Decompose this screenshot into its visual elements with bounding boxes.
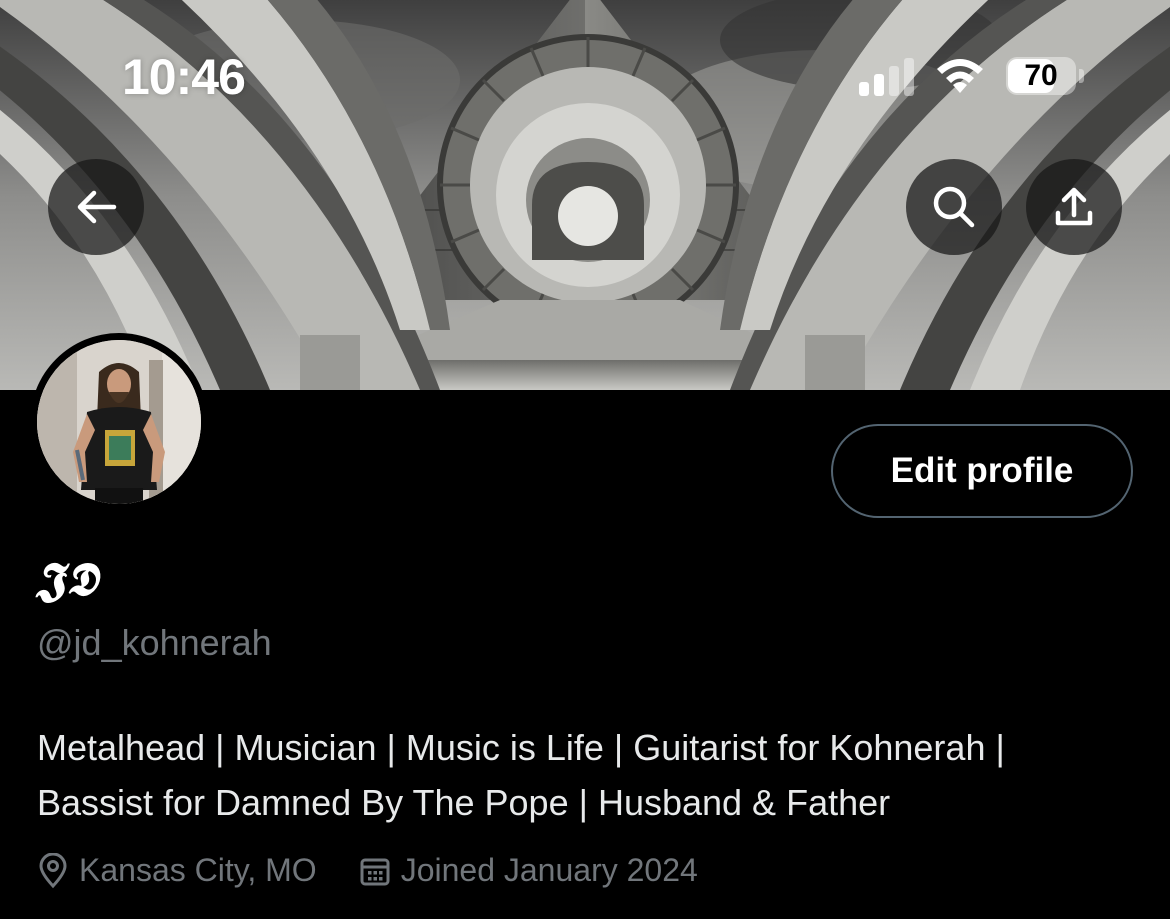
avatar-photo xyxy=(37,340,201,504)
arrow-left-icon xyxy=(77,190,117,224)
battery-icon: 70 xyxy=(1006,57,1076,95)
back-button[interactable] xyxy=(48,159,144,255)
status-time: 10:46 xyxy=(122,49,246,105)
display-name: 𝕵𝕯 xyxy=(36,552,99,606)
profile-meta: Kansas City, MO Joined January 2024 xyxy=(37,852,740,889)
profile-bio: Metalhead | Musician | Music is Life | G… xyxy=(37,720,1137,830)
battery-level: 70 xyxy=(1024,59,1058,92)
bio-line: Metalhead | Musician | Music is Life | G… xyxy=(37,727,1005,768)
edit-profile-button[interactable]: Edit profile xyxy=(831,424,1133,518)
share-button[interactable] xyxy=(1026,159,1122,255)
profile-handle: @jd_kohnerah xyxy=(37,622,272,663)
share-upload-icon xyxy=(1055,187,1093,226)
joined-item: Joined January 2024 xyxy=(359,852,698,889)
joined-text: Joined January 2024 xyxy=(400,852,698,888)
profile-avatar[interactable] xyxy=(30,333,208,511)
location-item: Kansas City, MO xyxy=(37,852,317,889)
location-pin-icon xyxy=(39,852,67,888)
cellular-signal-icon xyxy=(859,56,914,96)
bio-line: Bassist for Damned By The Pope | Husband… xyxy=(37,782,891,823)
wifi-icon xyxy=(937,59,983,93)
search-icon xyxy=(933,186,975,228)
search-button[interactable] xyxy=(906,159,1002,255)
calendar-icon xyxy=(360,858,390,885)
status-indicators: 70 xyxy=(859,56,1084,96)
battery-nub xyxy=(1079,69,1084,83)
location-text: Kansas City, MO xyxy=(79,852,317,888)
